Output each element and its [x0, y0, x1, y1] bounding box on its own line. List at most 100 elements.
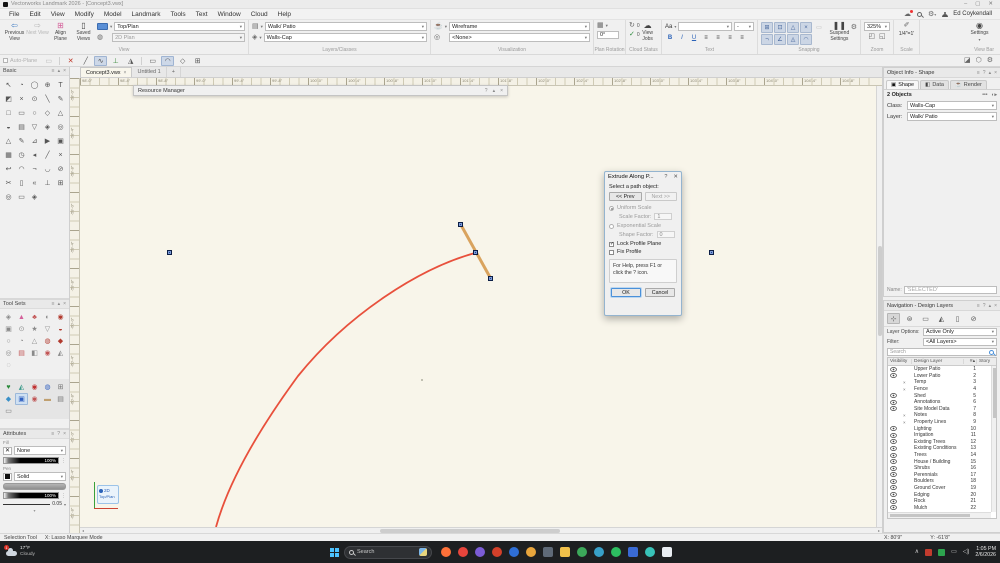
layer-row[interactable]: × Lighting 10	[888, 425, 996, 432]
dialog-close-icon[interactable]: ✕	[673, 174, 678, 180]
visibility-eye-icon[interactable]	[888, 393, 898, 398]
render-style-icon[interactable]: ◎	[434, 34, 440, 41]
tool-icon[interactable]: ▯	[15, 176, 28, 190]
palette-pin-icon[interactable]: ▴	[493, 88, 496, 94]
tool-set-icon[interactable]: ◭	[15, 381, 28, 393]
marquee-lasso-icon[interactable]: ◠	[161, 56, 174, 66]
visibility-off-icon[interactable]: ×	[898, 380, 912, 385]
viewports-icon[interactable]: ▭	[919, 313, 932, 324]
design-layers-icon[interactable]: ⊹	[887, 313, 900, 324]
auto-plane-checkbox[interactable]	[3, 58, 8, 63]
visibility-off-icon[interactable]: ×	[898, 413, 912, 418]
saved-views-button[interactable]: ▯Saved Views	[72, 22, 95, 43]
bold-button[interactable]: B	[665, 33, 675, 42]
align-justify-button[interactable]: ≡	[737, 33, 747, 42]
visibility-eye-icon[interactable]	[888, 367, 898, 372]
tool-set-icon[interactable]: ▣	[2, 323, 15, 335]
view-mode-dropdown[interactable]: Top/Plan▾	[114, 22, 245, 31]
palette-pin-icon[interactable]: ▴	[58, 301, 61, 307]
table-vertical-scrollbar[interactable]	[991, 366, 996, 512]
class-icon[interactable]: ◈	[252, 34, 257, 41]
plan-rotation-icon[interactable]: ▦	[597, 22, 604, 29]
layer-row[interactable]: × Notes 8	[888, 412, 996, 419]
visibility-eye-icon[interactable]	[888, 439, 898, 444]
visibility-off-icon[interactable]: ×	[898, 387, 912, 392]
axes-mode-icon[interactable]: ⊥	[109, 56, 122, 66]
saved-views-icon[interactable]: ◭	[935, 313, 948, 324]
tool-icon[interactable]: ⊞	[54, 176, 67, 190]
taskbar-app-icon[interactable]	[492, 547, 502, 557]
tool-icon[interactable]: ╱	[41, 148, 54, 162]
tool-set-icon[interactable]: ◔	[15, 335, 28, 347]
menu-item[interactable]: Help	[273, 10, 296, 19]
tool-icon[interactable]: ▽	[28, 120, 41, 134]
tool-set-icon[interactable]: ◈	[2, 311, 15, 323]
layer-row[interactable]: × Mulch 22	[888, 504, 996, 511]
layer-row[interactable]: × Existing Conditions 13	[888, 445, 996, 452]
tab-data[interactable]: ◧Data	[920, 80, 949, 89]
tool-set-icon[interactable]: ◆	[54, 335, 67, 347]
maximize-button[interactable]: ▢	[975, 1, 980, 7]
tray-app-icon[interactable]	[925, 549, 932, 556]
visibility-eye-icon[interactable]	[888, 433, 898, 438]
view-badge[interactable]: 2D Top/Plan	[97, 485, 119, 504]
align-right-button[interactable]: ≡	[725, 33, 735, 42]
cancel-button[interactable]: Cancel	[645, 288, 675, 297]
tool-set-icon[interactable]: ◐	[41, 311, 54, 323]
scale-value[interactable]: 1/4"=1'	[899, 31, 914, 37]
weather-widget[interactable]: 1 17°FCloudy	[0, 546, 41, 557]
layer-row[interactable]: × Property Lines 9	[888, 419, 996, 426]
path-spline[interactable]	[216, 253, 475, 527]
dialog-titlebar[interactable]: Extrude Along P... ? ✕	[605, 172, 681, 182]
tool-set-icon[interactable]: ◍	[41, 381, 54, 393]
palette-menu-icon[interactable]: ≡	[52, 68, 55, 74]
panel-close-icon[interactable]: ×	[994, 70, 997, 76]
line-weight-dropdown[interactable]: 0.05▾	[3, 501, 66, 507]
tool-icon[interactable]: ▤	[15, 120, 28, 134]
tool-set-icon[interactable]: ▽	[41, 323, 54, 335]
visibility-eye-icon[interactable]	[888, 400, 898, 405]
menu-item[interactable]: Edit	[24, 10, 45, 19]
panel-pin-icon[interactable]: ▴	[989, 70, 992, 76]
align-plane-button[interactable]: ⊞Align Plane	[49, 22, 72, 43]
fill-opacity-slider[interactable]: 100%	[3, 457, 59, 464]
pen-color-swatch[interactable]	[3, 473, 12, 481]
layer-row[interactable]: × Rock 21	[888, 498, 996, 505]
visibility-eye-icon[interactable]	[888, 472, 898, 477]
tool-icon[interactable]: ◇	[41, 106, 54, 120]
start-button[interactable]	[330, 548, 339, 557]
layer-row[interactable]: × Edging 20	[888, 491, 996, 498]
tool-icon[interactable]: △	[2, 134, 15, 148]
document-tab-active[interactable]: Concept3.vwx×	[80, 67, 132, 77]
tool-set-icon[interactable]: ▲	[15, 311, 28, 323]
snap-edge-icon[interactable]: ¬	[761, 34, 773, 45]
plan-mode-dropdown[interactable]: 2D Plan▾	[112, 33, 245, 42]
tool-set-icon[interactable]: ◎	[2, 347, 15, 359]
tool-icon[interactable]: ¬	[28, 162, 41, 176]
render-style-dropdown[interactable]: <None>▾	[449, 33, 590, 42]
menu-item[interactable]: Text	[191, 10, 213, 19]
dialog-help-icon[interactable]: ?	[664, 174, 667, 180]
suspend-snapping-button[interactable]: ❚❚Suspend Settings	[828, 22, 851, 43]
taskbar-app-icon[interactable]	[662, 547, 672, 557]
panel-help-icon[interactable]: ?	[983, 303, 986, 309]
taskbar-app-icon[interactable]	[526, 547, 536, 557]
render-mode-icon[interactable]: ☕	[434, 23, 443, 30]
taskbar-app-icon[interactable]	[611, 547, 621, 557]
mode-settings-gear-icon[interactable]: ⚙	[987, 57, 993, 64]
tab-render[interactable]: ☕Render	[950, 80, 987, 89]
font-size-dropdown[interactable]: -▾	[734, 22, 754, 31]
visibility-eye-icon[interactable]	[888, 479, 898, 484]
layer-options-dropdown[interactable]: Active Only▾	[923, 328, 997, 336]
taskbar-app-icon[interactable]	[645, 547, 655, 557]
tool-set-icon[interactable]: ◌	[2, 359, 15, 371]
palette-close-icon[interactable]: ×	[63, 431, 66, 437]
palette-pin-icon[interactable]: ▴	[58, 68, 61, 74]
tray-chevron-icon[interactable]: ∧	[915, 549, 919, 555]
layer-row[interactable]: × House / Building 15	[888, 458, 996, 465]
interactive-scale-icon[interactable]: ▭	[42, 56, 55, 66]
previous-view-button[interactable]: ⇦Previous View	[3, 22, 26, 43]
tool-set-icon[interactable]: ▬	[41, 393, 54, 405]
visibility-eye-icon[interactable]	[888, 426, 898, 431]
font-dropdown[interactable]: ▾	[678, 22, 732, 31]
